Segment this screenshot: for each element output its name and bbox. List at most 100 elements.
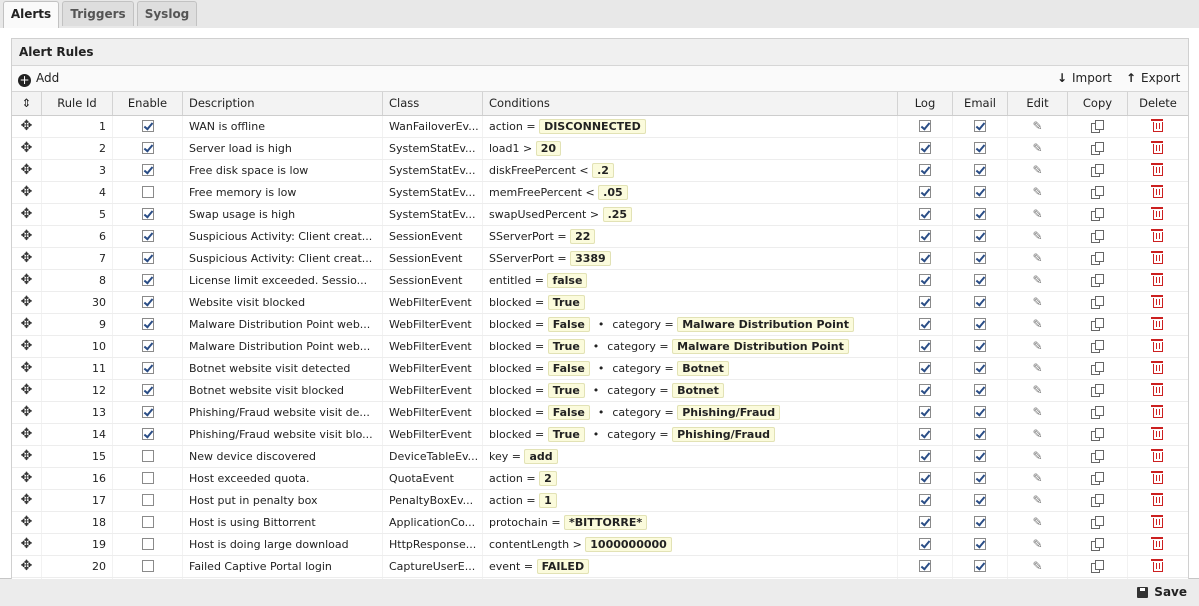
trash-icon[interactable] xyxy=(1151,229,1163,242)
drag-handle[interactable]: ✥ xyxy=(12,446,42,467)
copy-icon[interactable] xyxy=(1091,318,1104,331)
table-row[interactable]: ✥ 1 WAN is offline WanFailoverEv... action =… xyxy=(12,116,1188,138)
email-checkbox[interactable] xyxy=(974,208,986,220)
drag-handle[interactable]: ✥ xyxy=(12,204,42,225)
copy-icon[interactable] xyxy=(1091,296,1104,309)
table-row[interactable]: ✥ 20 Failed Captive Portal login CaptureUse… xyxy=(12,556,1188,578)
drag-handle[interactable]: ✥ xyxy=(12,358,42,379)
enable-checkbox[interactable] xyxy=(141,142,154,154)
copy-icon[interactable] xyxy=(1091,120,1104,133)
table-row[interactable]: ✥ 17 Host put in penalty box PenaltyBoxEv..… xyxy=(12,490,1188,512)
drag-handle[interactable]: ✥ xyxy=(12,402,42,423)
copy-icon[interactable] xyxy=(1091,472,1104,485)
copy-icon[interactable] xyxy=(1091,516,1104,529)
table-row[interactable]: ✥ 10 Malware Distribution Point web... WebF… xyxy=(12,336,1188,358)
add-button[interactable]: + Add xyxy=(18,66,59,91)
log-checkbox[interactable] xyxy=(919,340,931,352)
email-checkbox[interactable] xyxy=(974,450,986,462)
table-row[interactable]: ✥ 15 New device discovered DeviceTableEv...… xyxy=(12,446,1188,468)
tab-triggers[interactable]: Triggers xyxy=(62,1,134,26)
log-checkbox[interactable] xyxy=(919,142,931,154)
enable-checkbox[interactable] xyxy=(141,120,154,132)
trash-icon[interactable] xyxy=(1151,119,1163,132)
email-checkbox[interactable] xyxy=(974,186,986,198)
pencil-icon[interactable]: ✎ xyxy=(1032,515,1042,529)
pencil-icon[interactable]: ✎ xyxy=(1032,163,1042,177)
pencil-icon[interactable]: ✎ xyxy=(1032,317,1042,331)
email-checkbox[interactable] xyxy=(974,560,986,572)
email-checkbox[interactable] xyxy=(974,340,986,352)
table-row[interactable]: ✥ 14 Phishing/Fraud website visit blo... We… xyxy=(12,424,1188,446)
enable-checkbox[interactable] xyxy=(141,516,154,528)
table-row[interactable]: ✥ 30 Website visit blocked WebFilterEvent bl… xyxy=(12,292,1188,314)
copy-icon[interactable] xyxy=(1091,538,1104,551)
pencil-icon[interactable]: ✎ xyxy=(1032,185,1042,199)
email-checkbox[interactable] xyxy=(974,362,986,374)
pencil-icon[interactable]: ✎ xyxy=(1032,537,1042,551)
enable-checkbox[interactable] xyxy=(141,406,154,418)
trash-icon[interactable] xyxy=(1151,361,1163,374)
email-checkbox[interactable] xyxy=(974,164,986,176)
trash-icon[interactable] xyxy=(1151,317,1163,330)
table-row[interactable]: ✥ 11 Botnet website visit detected WebFilte… xyxy=(12,358,1188,380)
copy-icon[interactable] xyxy=(1091,142,1104,155)
email-checkbox[interactable] xyxy=(974,406,986,418)
pencil-icon[interactable]: ✎ xyxy=(1032,449,1042,463)
log-checkbox[interactable] xyxy=(919,472,931,484)
column-header-class[interactable]: Class xyxy=(383,92,483,115)
drag-handle[interactable]: ✥ xyxy=(12,292,42,313)
enable-checkbox[interactable] xyxy=(141,384,154,396)
import-button[interactable]: ↓ Import xyxy=(1055,66,1112,91)
drag-handle[interactable]: ✥ xyxy=(12,182,42,203)
copy-icon[interactable] xyxy=(1091,406,1104,419)
log-checkbox[interactable] xyxy=(919,384,931,396)
log-checkbox[interactable] xyxy=(919,186,931,198)
enable-checkbox[interactable] xyxy=(141,186,154,198)
log-checkbox[interactable] xyxy=(919,450,931,462)
copy-icon[interactable] xyxy=(1091,340,1104,353)
trash-icon[interactable] xyxy=(1151,449,1163,462)
pencil-icon[interactable]: ✎ xyxy=(1032,207,1042,221)
email-checkbox[interactable] xyxy=(974,318,986,330)
email-checkbox[interactable] xyxy=(974,472,986,484)
table-row[interactable]: ✥ 7 Suspicious Activity: Client creat... Se… xyxy=(12,248,1188,270)
trash-icon[interactable] xyxy=(1151,427,1163,440)
trash-icon[interactable] xyxy=(1151,141,1163,154)
log-checkbox[interactable] xyxy=(919,406,931,418)
copy-icon[interactable] xyxy=(1091,252,1104,265)
drag-handle[interactable]: ✥ xyxy=(12,138,42,159)
drag-handle[interactable]: ✥ xyxy=(12,336,42,357)
email-checkbox[interactable] xyxy=(974,252,986,264)
enable-checkbox[interactable] xyxy=(141,494,154,506)
trash-icon[interactable] xyxy=(1151,295,1163,308)
trash-icon[interactable] xyxy=(1151,515,1163,528)
tab-syslog[interactable]: Syslog xyxy=(137,1,197,26)
enable-checkbox[interactable] xyxy=(141,208,154,220)
drag-handle[interactable]: ✥ xyxy=(12,248,42,269)
trash-icon[interactable] xyxy=(1151,207,1163,220)
copy-icon[interactable] xyxy=(1091,230,1104,243)
column-header-description[interactable]: Description xyxy=(183,92,383,115)
trash-icon[interactable] xyxy=(1151,493,1163,506)
column-header-email[interactable]: Email xyxy=(953,92,1008,115)
table-row[interactable]: ✥ 13 Phishing/Fraud website visit de... Web… xyxy=(12,402,1188,424)
email-checkbox[interactable] xyxy=(974,142,986,154)
pencil-icon[interactable]: ✎ xyxy=(1032,273,1042,287)
pencil-icon[interactable]: ✎ xyxy=(1032,141,1042,155)
drag-handle[interactable]: ✥ xyxy=(12,556,42,577)
drag-handle[interactable]: ✥ xyxy=(12,468,42,489)
drag-handle[interactable]: ✥ xyxy=(12,490,42,511)
trash-icon[interactable] xyxy=(1151,559,1163,572)
enable-checkbox[interactable] xyxy=(141,296,154,308)
log-checkbox[interactable] xyxy=(919,428,931,440)
email-checkbox[interactable] xyxy=(974,296,986,308)
copy-icon[interactable] xyxy=(1091,208,1104,221)
table-row[interactable]: ✥ 3 Free disk space is low SystemStatEv... d… xyxy=(12,160,1188,182)
pencil-icon[interactable]: ✎ xyxy=(1032,383,1042,397)
pencil-icon[interactable]: ✎ xyxy=(1032,339,1042,353)
column-header-log[interactable]: Log xyxy=(898,92,953,115)
email-checkbox[interactable] xyxy=(974,120,986,132)
log-checkbox[interactable] xyxy=(919,560,931,572)
pencil-icon[interactable]: ✎ xyxy=(1032,361,1042,375)
enable-checkbox[interactable] xyxy=(141,164,154,176)
